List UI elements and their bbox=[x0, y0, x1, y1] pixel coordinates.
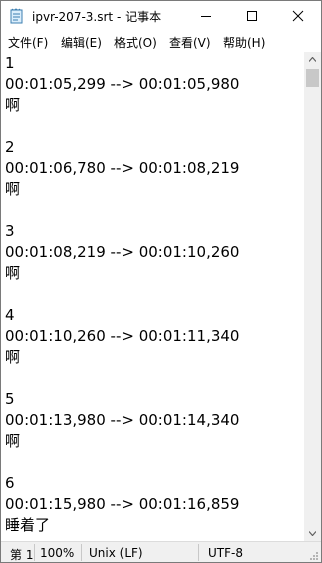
menu-format[interactable]: 格式(O) bbox=[114, 34, 157, 51]
minimize-icon bbox=[201, 16, 211, 17]
text-line: 睡着了 bbox=[5, 516, 51, 534]
text-line: 00:01:10,260 --> 00:01:11,340 bbox=[5, 327, 240, 345]
menu-edit[interactable]: 编辑(E) bbox=[61, 34, 102, 51]
text-line: 啊 bbox=[5, 432, 21, 450]
status-bar: 第 1 100% Unix (LF) UTF-8 bbox=[1, 541, 321, 562]
text-line: 1 bbox=[5, 54, 15, 72]
status-divider bbox=[34, 544, 35, 561]
text-line: 啊 bbox=[5, 180, 21, 198]
text-line: 啊 bbox=[5, 264, 21, 282]
notepad-icon bbox=[10, 8, 24, 24]
close-icon bbox=[292, 10, 304, 22]
notepad-window: ipvr-207-3.srt - 记事本 文件(F) 编辑(E) 格式(O) 查… bbox=[0, 0, 322, 563]
scroll-down-icon[interactable] bbox=[309, 531, 316, 536]
text-line: 啊 bbox=[5, 348, 21, 366]
text-line: 00:01:13,980 --> 00:01:14,340 bbox=[5, 411, 240, 429]
text-line: 5 bbox=[5, 390, 15, 408]
menu-view[interactable]: 查看(V) bbox=[169, 34, 211, 51]
window-title: ipvr-207-3.srt - 记事本 bbox=[32, 10, 162, 24]
text-line: 00:01:08,219 --> 00:01:10,260 bbox=[5, 243, 240, 261]
text-line: 00:01:15,980 --> 00:01:16,859 bbox=[5, 495, 240, 513]
scroll-up-icon[interactable] bbox=[309, 57, 316, 62]
cursor-position: 第 1 bbox=[10, 548, 34, 562]
text-editor[interactable]: 1 00:01:05,299 --> 00:01:05,980 啊 2 00:0… bbox=[1, 52, 304, 541]
menu-file[interactable]: 文件(F) bbox=[8, 34, 48, 51]
text-line: 00:01:05,299 --> 00:01:05,980 bbox=[5, 75, 240, 93]
text-line: 4 bbox=[5, 306, 15, 324]
status-divider bbox=[198, 544, 199, 561]
maximize-button[interactable] bbox=[229, 1, 275, 31]
encoding: UTF-8 bbox=[208, 546, 243, 560]
vertical-scrollbar[interactable] bbox=[304, 52, 321, 541]
text-line: 3 bbox=[5, 222, 15, 240]
menu-bar: 文件(F) 编辑(E) 格式(O) 查看(V) 帮助(H) bbox=[1, 31, 321, 51]
text-line: 2 bbox=[5, 138, 15, 156]
maximize-icon bbox=[247, 11, 257, 21]
zoom-level: 100% bbox=[40, 546, 75, 560]
resize-grip-icon[interactable] bbox=[309, 551, 319, 561]
status-divider bbox=[81, 544, 82, 561]
line-ending: Unix (LF) bbox=[89, 546, 143, 560]
scrollbar-thumb[interactable] bbox=[306, 69, 319, 87]
menu-help[interactable]: 帮助(H) bbox=[223, 34, 265, 51]
text-line: 啊 bbox=[5, 96, 21, 114]
minimize-button[interactable] bbox=[183, 1, 229, 31]
title-bar[interactable]: ipvr-207-3.srt - 记事本 bbox=[1, 1, 321, 31]
text-line: 6 bbox=[5, 474, 15, 492]
text-line: 00:01:06,780 --> 00:01:08,219 bbox=[5, 159, 240, 177]
close-button[interactable] bbox=[275, 1, 321, 31]
